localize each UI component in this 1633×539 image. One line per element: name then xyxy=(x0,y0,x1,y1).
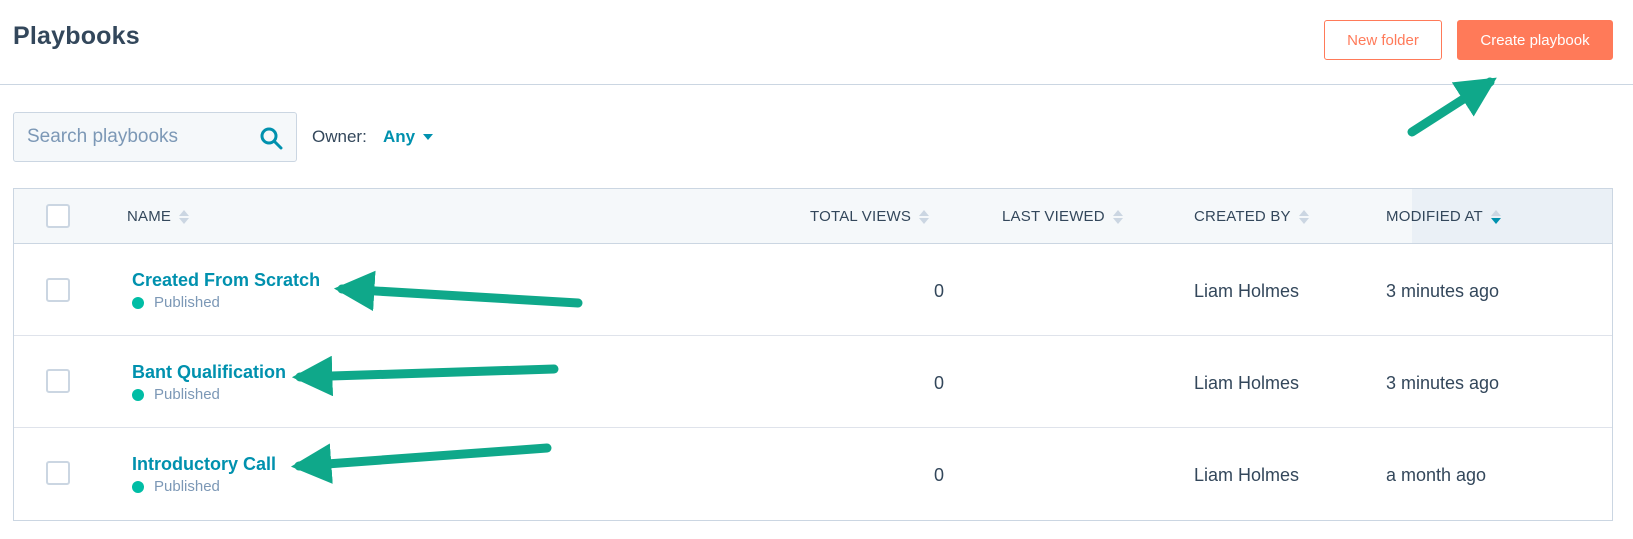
column-header-last-viewed-label: LAST VIEWED xyxy=(1002,208,1105,225)
table-row: Bant Qualification Published 0 Liam Holm… xyxy=(14,336,1612,428)
status-dot-icon xyxy=(132,480,144,493)
status-badge: Published xyxy=(132,386,220,403)
sort-icon xyxy=(919,209,930,224)
sort-icon xyxy=(1298,209,1309,224)
new-folder-button[interactable]: New folder xyxy=(1324,20,1442,60)
column-header-name[interactable]: NAME xyxy=(127,208,190,225)
row-checkbox[interactable] xyxy=(46,461,70,485)
column-header-last-viewed[interactable]: LAST VIEWED xyxy=(1002,208,1123,225)
search-box xyxy=(13,112,297,162)
owner-filter-label: Owner: xyxy=(312,127,367,146)
playbooks-page: Playbooks New folder Create playbook Own… xyxy=(0,0,1633,539)
page-header: Playbooks New folder Create playbook xyxy=(0,0,1633,85)
sort-icon xyxy=(1112,209,1123,224)
playbooks-table: NAME TOTAL VIEWS LAST VIEWED CREATED BY … xyxy=(13,188,1613,521)
modified-at-cell: 3 minutes ago xyxy=(1386,373,1500,393)
total-views-cell: 0 xyxy=(934,465,945,485)
total-views-cell: 0 xyxy=(934,281,945,301)
caret-down-icon xyxy=(423,134,434,140)
playbook-name-link[interactable]: Introductory Call xyxy=(132,454,276,475)
select-all-checkbox[interactable] xyxy=(46,204,70,228)
page-title: Playbooks xyxy=(13,22,140,50)
search-input[interactable] xyxy=(14,113,244,161)
column-header-created-by-label: CREATED BY xyxy=(1194,208,1291,225)
status-label: Published xyxy=(154,294,220,311)
status-dot-icon xyxy=(132,296,144,309)
sort-icon xyxy=(1490,209,1501,224)
status-badge: Published xyxy=(132,294,220,311)
table-row: Created From Scratch Published 0 Liam Ho… xyxy=(14,244,1612,336)
status-badge: Published xyxy=(132,478,220,495)
table-header: NAME TOTAL VIEWS LAST VIEWED CREATED BY … xyxy=(14,189,1612,244)
created-by-cell: Liam Holmes xyxy=(1194,465,1300,485)
playbook-name-link[interactable]: Created From Scratch xyxy=(132,270,320,291)
owner-filter-value: Any xyxy=(383,127,416,146)
created-by-cell: Liam Holmes xyxy=(1194,373,1300,393)
row-checkbox[interactable] xyxy=(46,278,70,302)
modified-at-cell: a month ago xyxy=(1386,465,1487,485)
total-views-cell: 0 xyxy=(934,373,945,393)
created-by-cell: Liam Holmes xyxy=(1194,281,1300,301)
sort-icon xyxy=(179,209,190,224)
status-label: Published xyxy=(154,386,220,403)
status-dot-icon xyxy=(132,388,144,401)
modified-at-cell: 3 minutes ago xyxy=(1386,281,1500,301)
owner-filter-dropdown[interactable]: Any xyxy=(383,127,434,147)
column-header-total-views-label: TOTAL VIEWS xyxy=(810,208,912,225)
column-header-name-label: NAME xyxy=(127,208,172,225)
create-playbook-button[interactable]: Create playbook xyxy=(1457,20,1613,60)
column-header-total-views[interactable]: TOTAL VIEWS xyxy=(810,208,930,225)
row-checkbox[interactable] xyxy=(46,369,70,393)
search-icon[interactable] xyxy=(259,126,283,150)
playbook-name-link[interactable]: Bant Qualification xyxy=(132,362,286,383)
column-header-modified-at[interactable]: MODIFIED AT xyxy=(1386,208,1501,225)
column-header-modified-at-label: MODIFIED AT xyxy=(1386,208,1483,225)
table-row: Introductory Call Published 0 Liam Holme… xyxy=(14,428,1612,520)
column-header-created-by[interactable]: CREATED BY xyxy=(1194,208,1309,225)
annotation-arrow-create xyxy=(1407,77,1497,137)
status-label: Published xyxy=(154,478,220,495)
